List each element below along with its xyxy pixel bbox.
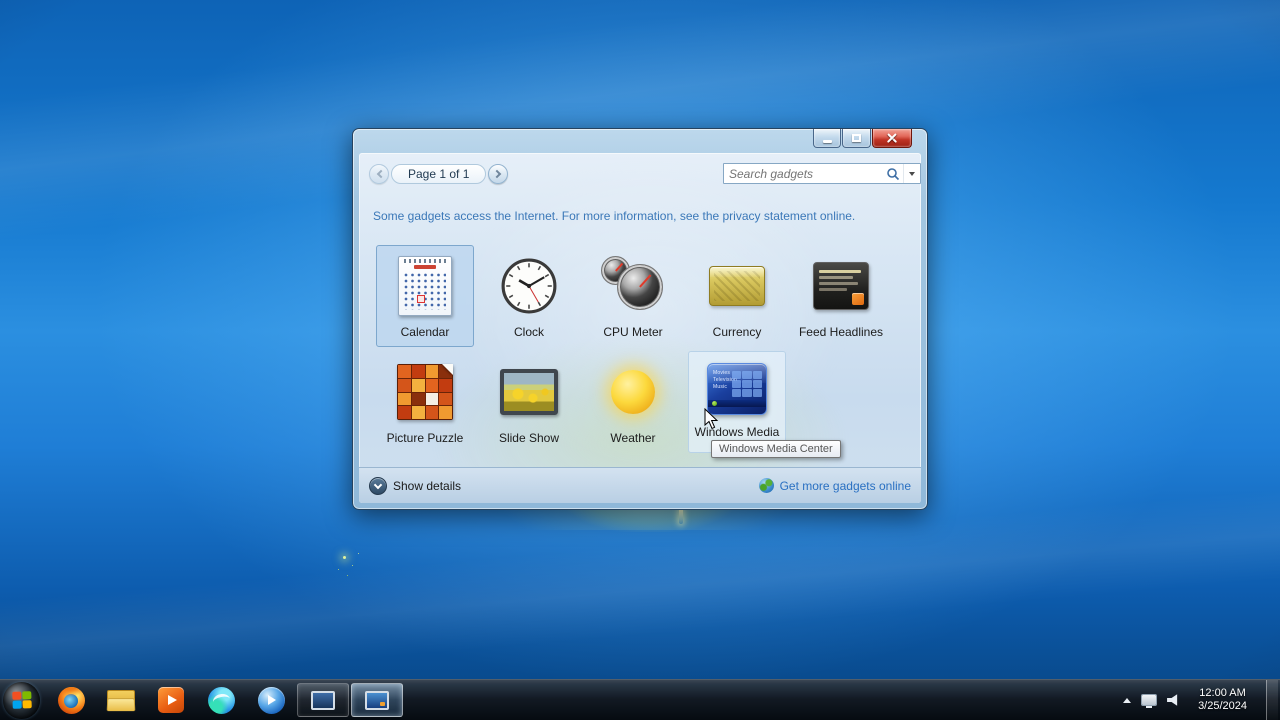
picture-puzzle-gadget-icon — [397, 364, 453, 420]
chevron-down-icon — [909, 171, 915, 176]
weather-sun-gadget-icon — [611, 370, 655, 414]
taskbar-gadget-gallery-button[interactable] — [351, 683, 403, 717]
chevron-left-icon — [376, 169, 385, 179]
gallery-footer: Show details Get more gadgets online — [359, 467, 921, 503]
minimize-button[interactable] — [813, 129, 841, 148]
show-desktop-button[interactable] — [1266, 680, 1278, 720]
gadget-tile-clock[interactable]: Clock — [480, 245, 578, 347]
edge-icon — [207, 686, 235, 714]
taskbar-media-app-button[interactable] — [246, 680, 296, 720]
search-icon — [887, 167, 900, 180]
gallery-toolbar: Page 1 of 1 — [369, 163, 921, 185]
taskbar-edge-button[interactable] — [196, 680, 246, 720]
firefox-icon — [57, 686, 85, 714]
taskbar-open-window-button[interactable] — [297, 683, 349, 717]
gadget-tile-feed-headlines[interactable]: Feed Headlines — [792, 245, 890, 347]
clock-time: 12:00 AM — [1199, 687, 1246, 699]
clock-gadget-icon — [501, 258, 557, 314]
gadget-tile-weather[interactable]: Weather — [584, 351, 682, 453]
gadget-tile-cpu-meter[interactable]: CPU Meter — [584, 245, 682, 347]
slide-show-gadget-icon — [500, 369, 558, 415]
next-page-button[interactable] — [488, 164, 509, 184]
tooltip: Windows Media Center — [711, 440, 841, 458]
wallpaper-light-drip — [679, 508, 683, 524]
gadget-tile-picture-puzzle[interactable]: Picture Puzzle — [376, 351, 474, 453]
gadget-label: CPU Meter — [603, 325, 663, 339]
gadget-label: Weather — [610, 431, 656, 445]
taskbar: 12:00 AM 3/25/2024 — [0, 679, 1280, 720]
internet-privacy-notice: Some gadgets access the Internet. For mo… — [373, 209, 856, 223]
gadget-label: Calendar — [400, 325, 450, 339]
show-details-label: Show details — [393, 478, 462, 493]
search-button[interactable] — [883, 164, 903, 183]
rss-icon — [852, 293, 864, 305]
desktop-wallpaper[interactable]: Page 1 of 1 Some gadgets access the Inte… — [0, 0, 1280, 720]
currency-gadget-icon — [709, 266, 765, 306]
taskbar-firefox-button[interactable] — [46, 680, 96, 720]
gadget-label: Picture Puzzle — [386, 431, 464, 445]
gadget-gallery-body: Page 1 of 1 Some gadgets access the Inte… — [359, 153, 921, 503]
taskbar-media-player-button[interactable] — [146, 680, 196, 720]
gadget-gallery-window-icon — [365, 690, 389, 710]
maximize-button[interactable] — [842, 129, 871, 148]
gadget-tile-slide-show[interactable]: Slide Show — [480, 351, 578, 453]
search-input[interactable] — [724, 166, 883, 181]
page-indicator: Page 1 of 1 — [391, 164, 487, 184]
media-player-orange-icon — [158, 687, 184, 713]
gadget-label: Slide Show — [498, 431, 560, 445]
taskbar-explorer-button[interactable] — [96, 680, 146, 720]
close-button[interactable] — [872, 129, 912, 148]
show-details-button[interactable]: Show details — [369, 476, 462, 495]
system-tray: 12:00 AM 3/25/2024 — [1123, 680, 1280, 720]
close-icon — [886, 132, 898, 144]
window-caption-buttons — [813, 129, 912, 148]
feed-headlines-gadget-icon — [813, 262, 869, 310]
show-hidden-icons-button[interactable] — [1123, 697, 1132, 703]
chevron-down-circle-icon — [369, 476, 387, 495]
chevron-right-icon — [492, 169, 502, 179]
gadget-tile-currency[interactable]: Currency — [688, 245, 786, 347]
cpu-meter-gadget-icon — [601, 256, 665, 316]
network-icon[interactable] — [1142, 695, 1157, 708]
globe-icon — [758, 478, 774, 493]
wallpaper-sparkles — [343, 556, 346, 559]
gadget-label: Currency — [712, 325, 762, 339]
folder-icon — [107, 689, 135, 711]
gadget-gallery-window: Page 1 of 1 Some gadgets access the Inte… — [352, 128, 928, 510]
taskbar-clock[interactable]: 12:00 AM 3/25/2024 — [1192, 687, 1253, 713]
gadget-label: Clock — [513, 325, 544, 339]
app-window-icon — [311, 690, 335, 710]
search-options-dropdown[interactable] — [903, 164, 920, 183]
search-box — [723, 163, 921, 184]
gadget-tile-windows-media-center[interactable]: Movies Television Music Windows Media Ce… — [688, 351, 786, 453]
maximize-icon — [852, 134, 861, 142]
media-player-blue-icon — [257, 686, 285, 714]
windows-media-center-gadget-icon: Movies Television Music — [707, 363, 767, 415]
clock-date: 3/25/2024 — [1198, 700, 1247, 712]
get-more-gadgets-label: Get more gadgets online — [779, 478, 911, 493]
windows-logo-icon — [11, 691, 32, 709]
previous-page-button[interactable] — [369, 164, 389, 184]
gadget-label: Feed Headlines — [798, 325, 884, 339]
calendar-gadget-icon — [398, 256, 452, 316]
start-button[interactable] — [3, 681, 40, 719]
gadget-tile-calendar[interactable]: Calendar — [376, 245, 474, 347]
minimize-icon — [822, 140, 832, 143]
get-more-gadgets-link[interactable]: Get more gadgets online — [758, 478, 911, 493]
volume-icon[interactable] — [1167, 694, 1178, 706]
